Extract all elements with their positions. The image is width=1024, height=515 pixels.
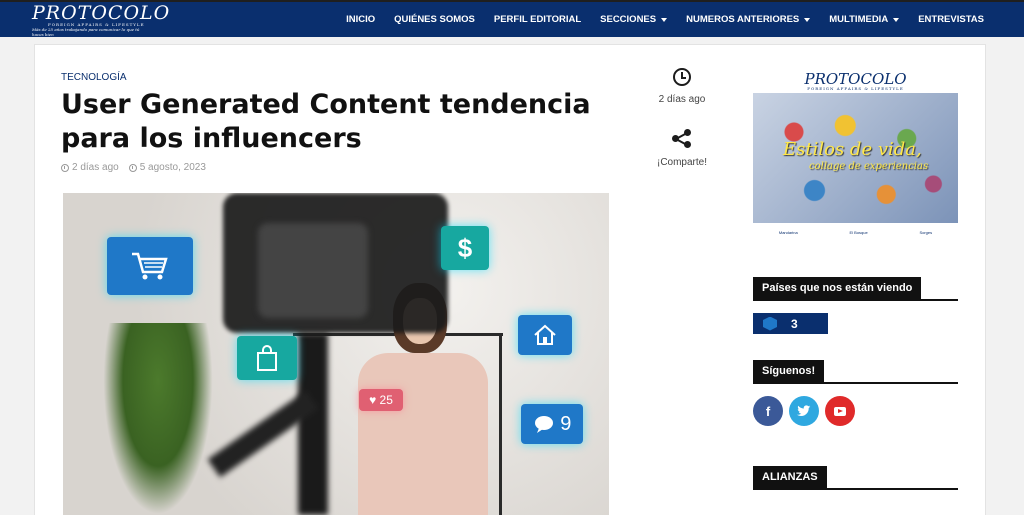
shopping-bag-icon (237, 336, 297, 380)
nav-item-numeros-anteriores[interactable]: NUMEROS ANTERIORES (686, 14, 811, 25)
nav-item-secciones[interactable]: SECCIONES (600, 14, 668, 25)
site-logo[interactable]: PROTOCOLO FOREIGN AFFAIRS & LIFESTYLE Má… (32, 2, 171, 38)
nav-item-perfil-editorial[interactable]: PERFIL EDITORIAL (494, 14, 581, 25)
facebook-icon[interactable]: f (753, 396, 783, 426)
top-navigation-bar: PROTOCOLO FOREIGN AFFAIRS & LIFESTYLE Má… (0, 0, 1024, 37)
chat-bubble-icon: 9 (521, 404, 583, 444)
main-nav: INICIO QUIÉNES SOMOS PERFIL EDITORIAL SE… (327, 2, 984, 37)
chevron-down-icon (893, 17, 900, 22)
widget-title-paises: Países que nos están viendo (753, 277, 958, 301)
sidebar-ad-banner[interactable]: PROTOCOLO FOREIGN AFFAIRS & LIFESTYLE Es… (753, 71, 958, 241)
ad-subhead: collage de experiencias (809, 161, 929, 172)
heart-like-icon: ♥ 25 (359, 389, 403, 411)
chevron-down-icon (661, 17, 668, 22)
share-label[interactable]: ¡Comparte! (645, 157, 719, 168)
visitor-counter[interactable]: 3 (753, 313, 828, 334)
share-column: 2 días ago ¡Comparte! (645, 68, 719, 168)
clock-icon (128, 163, 137, 172)
logo-tagline: Más de 25 años trabajando para comunicar… (32, 27, 140, 37)
logo-wordmark: PROTOCOLO (32, 2, 171, 24)
youtube-icon[interactable] (825, 396, 855, 426)
article-ago: 2 días ago (72, 162, 119, 173)
shopping-cart-icon (107, 237, 193, 295)
social-links: f (753, 396, 861, 426)
article-date: 5 agosto, 2023 (139, 162, 206, 173)
chevron-down-icon (804, 17, 811, 22)
nav-item-inicio[interactable]: INICIO (346, 14, 375, 25)
chat-count: 9 (560, 412, 572, 435)
article-title: User Generated Content tendencia para lo… (61, 89, 591, 154)
widget-title-siguenos: Síguenos! (753, 360, 958, 384)
nav-item-entrevistas[interactable]: ENTREVISTAS (918, 14, 984, 25)
clock-icon (673, 68, 691, 86)
ad-headline: Estilos de vida, (783, 139, 922, 160)
plant (103, 323, 213, 515)
article-category-link[interactable]: TECNOLOGÍA (61, 72, 127, 83)
share-icon[interactable] (672, 129, 692, 149)
widget-title-alianzas: ALIANZAS (753, 466, 958, 490)
time-ago-text: 2 días ago (658, 94, 706, 105)
home-icon (518, 315, 572, 355)
article-hero-image: $ ♥ 25 9 (63, 193, 609, 515)
flag-icon (763, 316, 777, 331)
twitter-icon[interactable] (789, 396, 819, 426)
like-count: 25 (379, 393, 393, 407)
ad-brand-sub: FOREIGN AFFAIRS & LIFESTYLE (807, 86, 904, 91)
visitor-count: 3 (791, 316, 798, 331)
tripod (298, 333, 328, 515)
nav-item-multimedia[interactable]: MULTIMEDIA (829, 14, 900, 25)
nav-item-quienes-somos[interactable]: QUIÉNES SOMOS (394, 14, 475, 25)
article-meta: 2 días ago 5 agosto, 2023 (61, 162, 216, 173)
dollar-icon: $ (441, 226, 489, 270)
clock-icon (61, 163, 69, 172)
ad-footer: Mandarina El Bosque Sorges (753, 223, 958, 241)
